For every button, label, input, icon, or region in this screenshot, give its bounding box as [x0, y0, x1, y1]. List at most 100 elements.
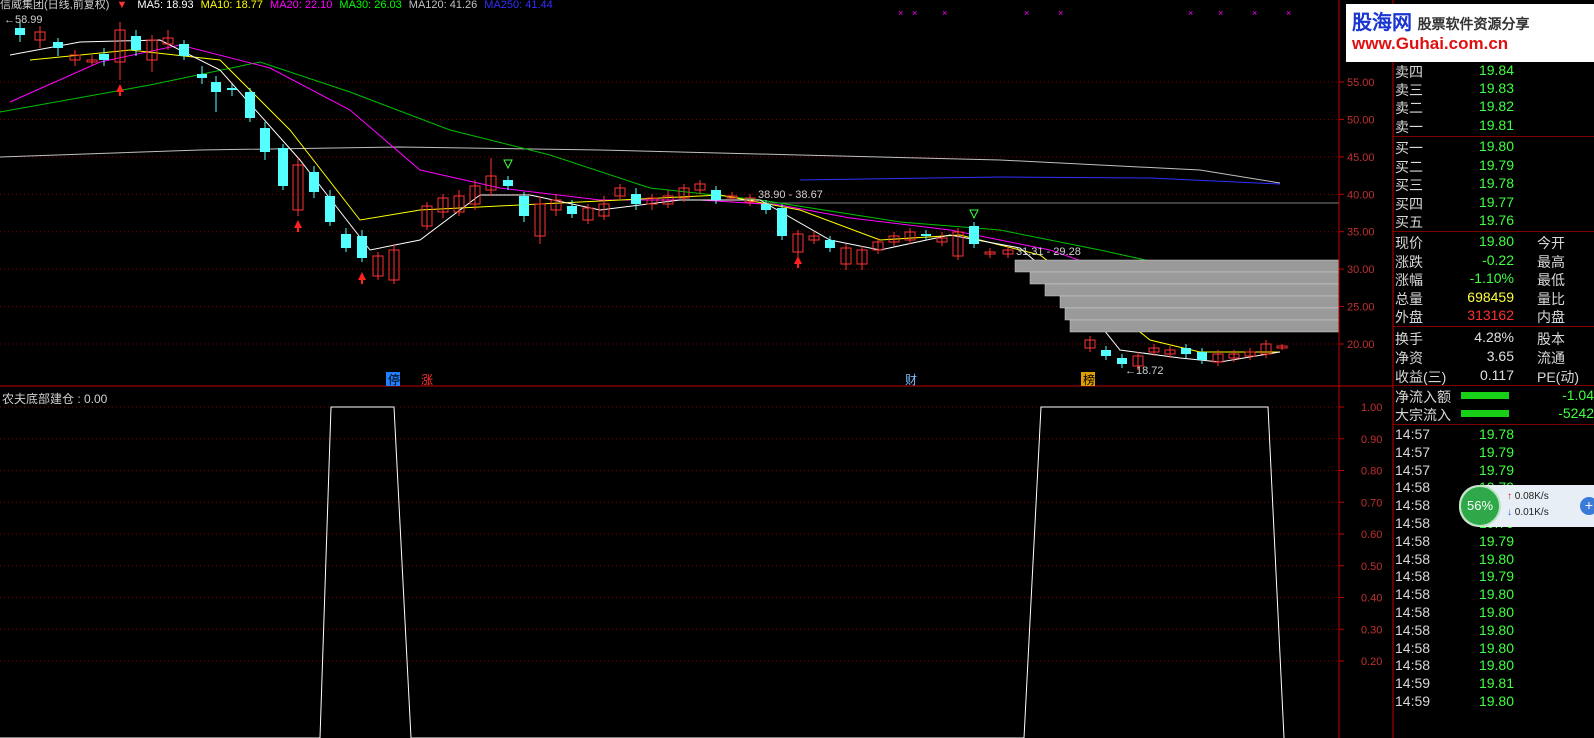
tick-price: 19.80	[1478, 550, 1514, 567]
event-marker-icon: ×	[1024, 8, 1029, 18]
stat-row: 总量 698459 量比	[1393, 289, 1594, 307]
flow-bar	[1461, 410, 1509, 417]
event-marker: 停	[388, 372, 400, 387]
tick-time: 14:58	[1395, 568, 1431, 585]
tick-row: 14:57 19.79	[1393, 462, 1594, 480]
indicator-tick-label: 0.20	[1361, 656, 1382, 668]
stat-label: 总量	[1395, 290, 1423, 307]
event-marker-icon: ×	[1188, 8, 1193, 18]
event-marker-icon: ×	[942, 8, 947, 18]
event-marker: 榜	[1083, 372, 1095, 387]
stat-label: 外盘	[1395, 309, 1423, 326]
tick-price: 19.80	[1478, 693, 1514, 709]
tick-time: 14:57	[1395, 461, 1431, 478]
ask-price: 19.83	[1478, 80, 1514, 97]
sell-arrow-icon	[503, 159, 513, 170]
candle-body	[1117, 358, 1127, 364]
ma-legend: MA5: 18.93 MA10: 18.77 MA20: 22.10 MA30: 26…	[130, 0, 552, 11]
ask-label: 卖二	[1395, 100, 1423, 117]
tick-row: 14:58 19.80	[1393, 622, 1594, 640]
candle-body	[179, 44, 189, 56]
event-marker-icon: ×	[912, 8, 917, 18]
bid-row: 买五 19.76	[1393, 212, 1594, 230]
ma-legend-item: MA5: 18.93	[137, 0, 194, 11]
stat-label-2: PE(动)	[1537, 368, 1579, 385]
flow-label: 大宗流入	[1395, 407, 1451, 423]
network-speed-widget[interactable]: 56% ↑ 0.08K/s ↓ 0.01K/s +	[1459, 485, 1594, 527]
tick-price: 19.79	[1478, 443, 1514, 460]
candle-body	[245, 92, 255, 118]
low-annotation: ←18.72	[1125, 365, 1164, 377]
candle-body	[227, 88, 237, 90]
bid-label: 买五	[1395, 214, 1423, 231]
indicator-tick-label: 0.40	[1361, 593, 1382, 605]
stat-label-2: 最高	[1537, 253, 1565, 270]
quote-panel: 卖四 19.84 卖三 19.83 卖二 19.82 卖一 19.81 买一 19.80 买二 19.…	[1393, 0, 1594, 738]
event-marker: 涨	[421, 372, 433, 387]
candle-body	[1181, 348, 1191, 354]
stat-value: -0.22	[1482, 251, 1514, 268]
stat-label-2: 流通	[1537, 350, 1565, 366]
indicator-tick-label: 0.90	[1361, 434, 1382, 446]
candle-body	[519, 196, 529, 216]
candle-body	[99, 54, 109, 60]
price-tick-label: 45.00	[1347, 152, 1375, 164]
bid-label: 买一	[1395, 140, 1423, 156]
bid-price: 19.77	[1478, 193, 1514, 210]
range-annotation: 38.90 - 38.67	[758, 189, 823, 201]
stat-value: 313162	[1467, 307, 1514, 324]
tick-price: 19.80	[1478, 621, 1514, 638]
chart-canvas[interactable]: 55.00 50.00 45.00 40.00 35.00 30.00 25.00 20.00…	[0, 0, 1594, 738]
stat-label: 现价	[1395, 235, 1423, 251]
tick-row: 14:59 19.80	[1393, 693, 1594, 711]
bid-price: 19.76	[1478, 212, 1514, 229]
tick-price: 19.80	[1478, 586, 1514, 603]
tick-price: 19.79	[1478, 568, 1514, 585]
indicator-tick-label: 0.30	[1361, 624, 1382, 636]
candle-body	[969, 226, 979, 244]
candle-body	[278, 148, 288, 186]
ask-price: 19.84	[1478, 62, 1514, 78]
speed-percent: 56%	[1459, 485, 1501, 527]
price-tick-label: 40.00	[1347, 189, 1375, 201]
divider	[1393, 385, 1594, 386]
candle-body	[761, 204, 771, 210]
stat-value: -1.10%	[1469, 270, 1514, 287]
bid-label: 买四	[1395, 195, 1423, 212]
tick-price: 19.79	[1478, 532, 1514, 549]
flow-bar	[1461, 392, 1509, 399]
chip-distribution-bars	[1014, 259, 1340, 333]
candle-body	[1101, 350, 1111, 356]
candle-body	[309, 172, 319, 192]
buy-arrow-icon	[358, 272, 366, 280]
ask-label: 卖四	[1395, 64, 1423, 80]
expand-plus-icon[interactable]: +	[1580, 497, 1594, 515]
ask-row: 卖四 19.84	[1393, 62, 1594, 80]
range-annotation: 31.31 - 29.28	[1016, 246, 1081, 258]
candle-body	[341, 234, 351, 248]
ask-row: 卖二 19.82	[1393, 98, 1594, 116]
tick-row: 14:58 19.79	[1393, 533, 1594, 551]
tick-price: 19.80	[1478, 657, 1514, 674]
chip-bar	[1064, 307, 1340, 321]
chip-bar	[1014, 259, 1340, 273]
download-arrow-icon: ↓	[1507, 507, 1512, 518]
stat-row: 收益(三) 0.117 PE(动)	[1393, 367, 1594, 385]
stat-label-2: 量比	[1537, 290, 1565, 307]
tick-time: 14:58	[1395, 604, 1431, 620]
bid-price: 19.78	[1478, 175, 1514, 192]
stat-value: 3.65	[1486, 348, 1514, 364]
candle-body	[211, 82, 221, 92]
down-arrow-icon: ▼	[116, 0, 128, 11]
tick-price: 19.80	[1478, 604, 1514, 620]
buy-arrow-icon	[794, 256, 802, 264]
ma-legend-item: MA10: 18.77	[200, 0, 264, 11]
ma-legend-item: MA120: 41.26	[408, 0, 478, 11]
bid-price: 19.79	[1478, 156, 1514, 173]
divider	[1393, 326, 1594, 328]
tick-price: 19.79	[1478, 461, 1514, 478]
tick-time: 14:58	[1395, 586, 1431, 603]
tick-time: 14:58	[1395, 550, 1431, 567]
tick-row: 14:58 19.80	[1393, 640, 1594, 658]
stat-label: 净资	[1395, 350, 1423, 366]
